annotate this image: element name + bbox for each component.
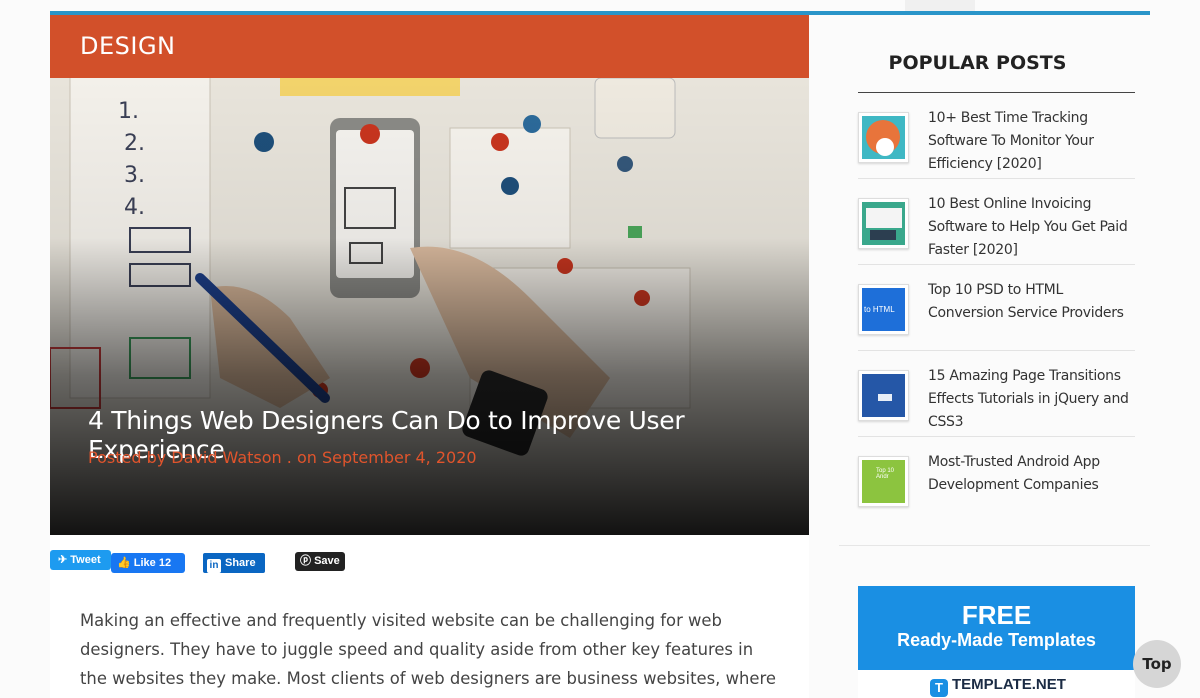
post-thumbnail[interactable] (858, 112, 909, 163)
linkedin-share-button[interactable]: in Share (203, 553, 265, 573)
post-title[interactable]: 10 Best Online Invoicing Software to Hel… (928, 193, 1133, 262)
thumbs-up-icon: 👍 (117, 557, 131, 569)
post-title[interactable]: 15 Amazing Page Transitions Effects Tuto… (928, 365, 1133, 434)
post-thumbnail[interactable] (858, 198, 909, 249)
post-title[interactable]: Top 10 PSD to HTML Conversion Service Pr… (928, 279, 1133, 325)
hero-image[interactable]: 1. 2. 3. 4. (50, 78, 809, 535)
logo-text: TEMPLATE.NET (952, 676, 1066, 693)
top-tab (905, 0, 975, 11)
popular-post-item[interactable]: 10 Best Online Invoicing Software to Hel… (858, 179, 1135, 265)
linkedin-icon: in (207, 559, 221, 573)
like-count: 12 (158, 557, 172, 569)
popular-post-item[interactable]: 15 Amazing Page Transitions Effects Tuto… (858, 351, 1135, 437)
main-content: DESIGN 1. 2. 3. 4. (50, 15, 809, 698)
category-label[interactable]: DESIGN (80, 32, 176, 60)
article-body: Making an effective and frequently visit… (80, 611, 776, 688)
ad-blue-panel: FREE Ready-Made Templates (858, 586, 1135, 670)
popular-post-item[interactable]: 10+ Best Time Tracking Software To Monit… (858, 93, 1135, 179)
popular-posts-heading: POPULAR POSTS (888, 52, 1067, 74)
twitter-icon: ✈ (58, 554, 68, 566)
pinterest-icon: ⓟ (300, 555, 311, 567)
popular-post-item[interactable]: to HTML Top 10 PSD to HTML Conversion Se… (858, 265, 1135, 351)
sidebar-divider (839, 545, 1150, 546)
ad-subtitle: Ready-Made Templates (897, 630, 1096, 650)
template-ad-banner[interactable]: FREE Ready-Made Templates T TEMPLATE.NET (858, 586, 1135, 698)
post-thumbnail[interactable]: to HTML (858, 284, 909, 335)
popular-post-item[interactable]: Top 10 Andr Most-Trusted Android App Dev… (858, 437, 1135, 523)
save-label: Save (314, 555, 340, 567)
ad-logo-bar: T TEMPLATE.NET (858, 670, 1135, 698)
template-net-logo: T TEMPLATE.NET (930, 676, 1066, 697)
share-buttons: ✈ Tweet 👍 Like 12 in Share ⓟ Save (50, 550, 809, 574)
popular-posts-widget: POPULAR POSTS 10+ Best Time Tracking Sof… (839, 15, 1150, 545)
post-title[interactable]: 10+ Best Time Tracking Software To Monit… (928, 107, 1133, 176)
back-to-top-button[interactable]: Top (1133, 640, 1181, 688)
post-thumbnail[interactable]: Top 10 Andr (858, 456, 909, 507)
ad-free-text: FREE (961, 600, 1032, 630)
pinterest-save-button[interactable]: ⓟ Save (295, 552, 345, 571)
post-title[interactable]: Most-Trusted Android App Development Com… (928, 451, 1133, 497)
share-label: Share (225, 557, 256, 569)
post-thumbnail[interactable] (858, 370, 909, 421)
tweet-button[interactable]: ✈ Tweet (50, 550, 111, 570)
template-logo-icon: T (930, 679, 948, 697)
category-bar[interactable]: DESIGN (50, 15, 809, 78)
article-meta: Posted by David Watson . on September 4,… (88, 448, 477, 467)
like-label: Like (133, 557, 156, 569)
facebook-like-button[interactable]: 👍 Like 12 (111, 553, 185, 573)
tweet-label: Tweet (70, 554, 101, 566)
